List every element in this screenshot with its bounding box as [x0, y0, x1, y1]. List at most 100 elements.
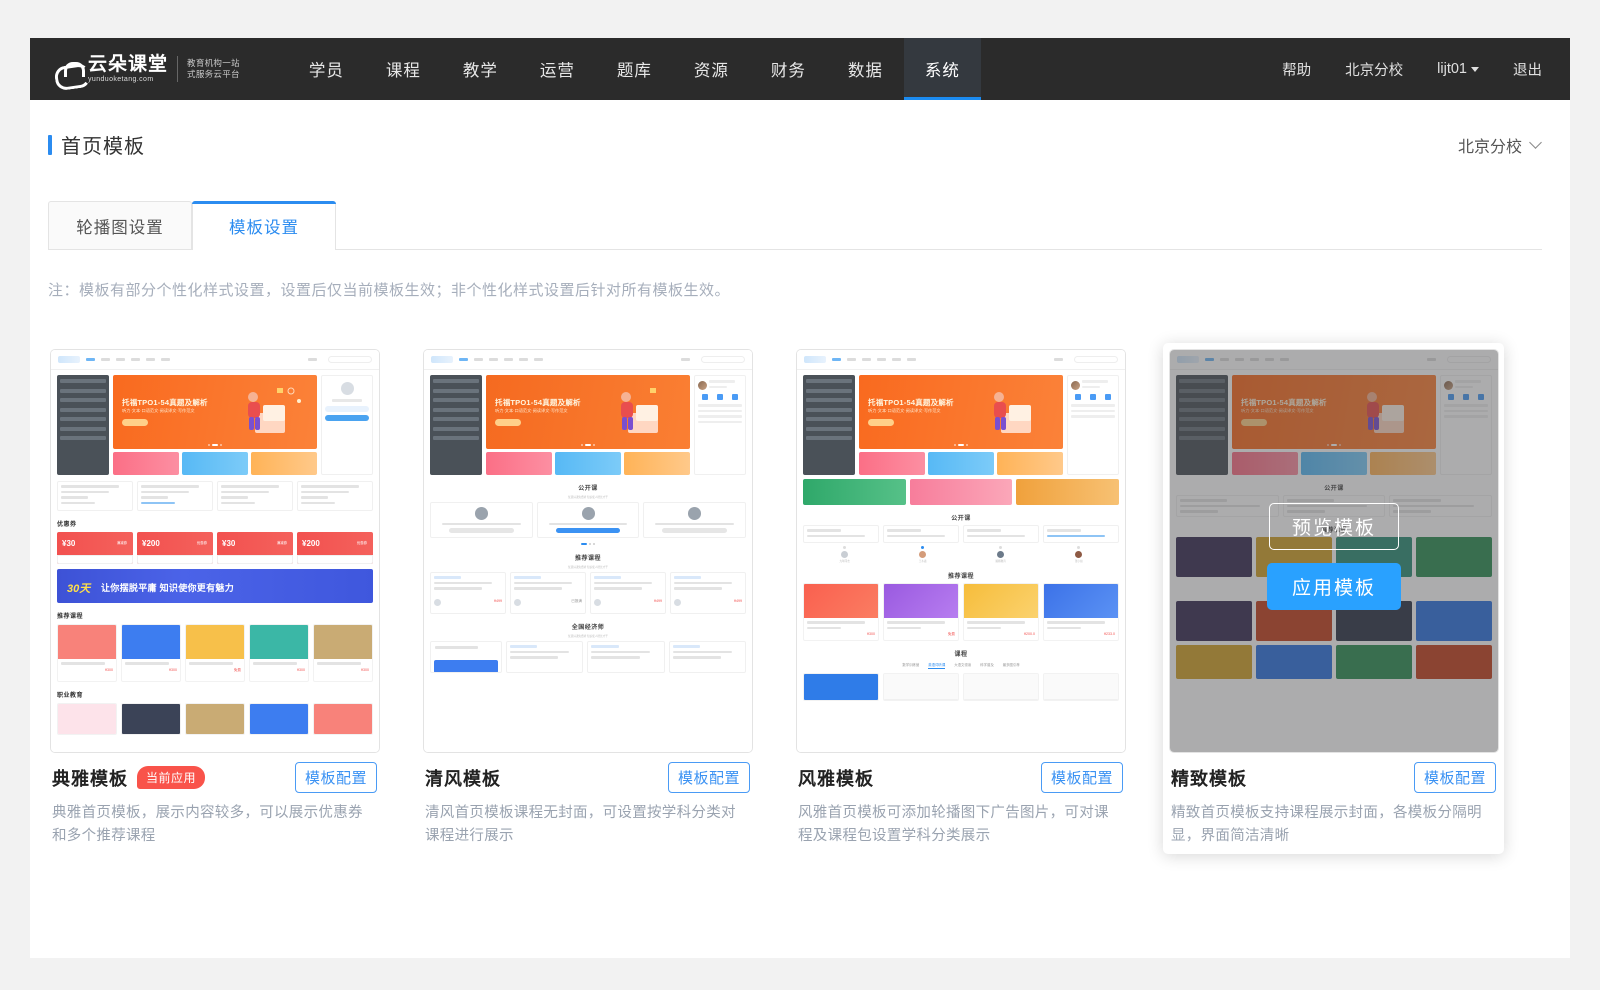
template-hover-overlay: 预览模板 应用模板	[1170, 350, 1498, 752]
mini-user-panel	[1067, 375, 1119, 475]
cloud-icon	[55, 62, 85, 84]
mini-coupon: ¥200优惠券	[297, 532, 373, 564]
mini-hero-illustration	[606, 383, 678, 441]
preview-template-button[interactable]: 预览模板	[1269, 503, 1399, 550]
template-card-list: 托福TPO1-54真题及解析 听力·文本·口语范文·阅读译文·写作范文	[30, 343, 1570, 854]
nav-item-system[interactable]: 系统	[904, 38, 981, 100]
main-menu: 学员 课程 教学 运营 题库 资源 财务 数据 系统	[288, 38, 981, 100]
logout-link[interactable]: 退出	[1513, 59, 1542, 80]
mini-logo	[58, 356, 80, 363]
mini-site-preview: 托福TPO1-54真题及解析 听力·文本·口语范文·阅读译文·写作范文	[424, 350, 752, 752]
template-description: 典雅首页模板，展示内容较多，可以展示优惠券和多个推荐课程	[52, 802, 377, 848]
chevron-down-icon	[1529, 136, 1542, 149]
nav-item-teaching[interactable]: 教学	[442, 38, 519, 100]
template-config-button[interactable]: 模板配置	[668, 762, 750, 793]
nav-spacer	[981, 38, 1248, 100]
template-card-meta: 清风模板 模板配置 清风首页模板课程无封面，可设置按学科分类对课程进行展示	[423, 753, 752, 848]
screen-root: 云朵课堂 yunduoketang.com 教育机构一站 式服务云平台 学员 课…	[0, 0, 1600, 990]
mini-promo-number: 30天	[67, 580, 90, 596]
apply-template-button[interactable]: 应用模板	[1267, 563, 1401, 610]
mini-section-coupon: 优惠券	[57, 519, 379, 528]
template-name: 精致模板	[1171, 765, 1247, 791]
template-card-meta: 风雅模板 模板配置 风雅首页模板可添加轮播图下广告图片，可对课程及课程包设置学科…	[796, 753, 1125, 848]
mini-hero-subtitle: 听力·文本·口语范文·阅读译文·写作范文	[122, 408, 195, 414]
mini-hero-banner: 托福TPO1-54真题及解析 听力·文本·口语范文·阅读译文·写作范文	[859, 375, 1063, 449]
template-card[interactable]: 托福TPO1-54真题及解析 听力·文本·口语范文·阅读译文·写作范文	[790, 343, 1131, 854]
mini-hero-illustration	[979, 383, 1051, 441]
mini-course-tabs: 数学训练营 英语词听课 大语文领读 科学普及 最多图引荐	[797, 662, 1125, 669]
tab-template-settings[interactable]: 模板设置	[192, 201, 336, 250]
nav-item-data[interactable]: 数据	[827, 38, 904, 100]
template-thumbnail[interactable]: 托福TPO1-54真题及解析 听力·文本·口语范文·阅读译文·写作范文	[423, 349, 753, 753]
mini-ad-1	[113, 452, 179, 475]
nav-item-operations[interactable]: 运营	[519, 38, 596, 100]
mini-ad-banner	[910, 479, 1013, 505]
mini-section-public-class: 公开课	[424, 483, 752, 492]
mini-ad-banner	[803, 479, 906, 505]
mini-hero-illustration	[233, 383, 305, 441]
template-thumbnail[interactable]: 托福TPO1-54真题及解析 听力·文本·口语范文·阅读译文·写作范文	[1169, 349, 1499, 753]
mini-teacher-card	[430, 502, 533, 538]
user-name: lijt01	[1437, 61, 1467, 77]
logo-divider	[177, 56, 178, 82]
nav-item-resources[interactable]: 资源	[673, 38, 750, 100]
page-header: 首页模板 北京分校	[30, 100, 1570, 159]
template-description: 精致首页模板支持课程展示封面，各模板分隔明显，界面简洁清晰	[1171, 802, 1496, 848]
template-thumbnail[interactable]: 托福TPO1-54真题及解析 听力·文本·口语范文·阅读译文·写作范文	[50, 349, 380, 753]
nav-item-students[interactable]: 学员	[288, 38, 365, 100]
template-name: 清风模板	[425, 765, 501, 791]
mini-sidebar	[430, 375, 482, 475]
template-card-meta: 精致模板 模板配置 精致首页模板支持课程展示封面，各模板分隔明显，界面简洁清晰	[1169, 753, 1498, 848]
template-description: 风雅首页模板可添加轮播图下广告图片，可对课程及课程包设置学科分类展示	[798, 802, 1123, 848]
mini-promo-text: 让你摆脱平庸 知识使你更有魅力	[101, 581, 234, 594]
status-badge: 当前应用	[137, 766, 205, 789]
mini-teacher-card	[537, 502, 640, 538]
nav-item-finance[interactable]: 财务	[750, 38, 827, 100]
mini-nav	[797, 350, 1125, 370]
template-config-button[interactable]: 模板配置	[1414, 762, 1496, 793]
mini-section-vocational: 职业教育	[57, 690, 379, 699]
mini-user-panel	[694, 375, 746, 475]
template-card[interactable]: 托福TPO1-54真题及解析 听力·文本·口语范文·阅读译文·写作范文	[417, 343, 758, 854]
mini-hero-button	[122, 419, 148, 426]
page-title: 首页模板	[61, 130, 145, 159]
help-link[interactable]: 帮助	[1282, 59, 1311, 80]
mini-sidebar	[803, 375, 855, 475]
mini-section-economist: 全国经济师	[424, 622, 752, 631]
mini-promo-banner: 30天 让你摆脱平庸 知识使你更有魅力	[57, 569, 373, 603]
mini-sidebar	[57, 375, 109, 475]
nav-item-courses[interactable]: 课程	[365, 38, 442, 100]
template-name: 典雅模板	[52, 765, 128, 791]
mini-nav	[51, 350, 379, 370]
template-thumbnail[interactable]: 托福TPO1-54真题及解析 听力·文本·口语范文·阅读译文·写作范文	[796, 349, 1126, 753]
mini-hero-banner: 托福TPO1-54真题及解析 听力·文本·口语范文·阅读译文·写作范文	[486, 375, 690, 449]
template-config-button[interactable]: 模板配置	[295, 762, 377, 793]
mini-site-preview: 托福TPO1-54真题及解析 听力·文本·口语范文·阅读译文·写作范文	[51, 350, 379, 752]
brand-logo[interactable]: 云朵课堂 yunduoketang.com 教育机构一站 式服务云平台	[30, 38, 250, 100]
mini-section-recommended: 推荐课程	[57, 611, 379, 620]
logo-tagline-line1: 教育机构一站	[187, 58, 240, 69]
user-menu[interactable]: lijt01	[1437, 61, 1479, 77]
tab-carousel-settings[interactable]: 轮播图设置	[48, 201, 192, 249]
branch-selector[interactable]: 北京分校	[1458, 133, 1540, 157]
nav-right-menu: 帮助 北京分校 lijt01 退出	[1248, 38, 1570, 100]
template-config-button[interactable]: 模板配置	[1041, 762, 1123, 793]
mini-search-box	[328, 356, 372, 363]
template-card[interactable]: 托福TPO1-54真题及解析 听力·文本·口语范文·阅读译文·写作范文	[1163, 343, 1504, 854]
mini-ad-3	[251, 452, 317, 475]
mini-coupon: ¥200优惠券	[137, 532, 213, 564]
mini-nav	[424, 350, 752, 370]
nav-item-question-bank[interactable]: 题库	[596, 38, 673, 100]
template-description: 清风首页模板课程无封面，可设置按学科分类对课程进行展示	[425, 802, 750, 848]
template-card[interactable]: 托福TPO1-54真题及解析 听力·文本·口语范文·阅读译文·写作范文	[44, 343, 385, 854]
mini-user-panel	[321, 375, 373, 475]
mini-hero-banner: 托福TPO1-54真题及解析 听力·文本·口语范文·阅读译文·写作范文	[113, 375, 317, 449]
mini-ad-2	[182, 452, 248, 475]
campus-label[interactable]: 北京分校	[1345, 59, 1403, 80]
mini-section-recommended: 推荐课程	[424, 553, 752, 562]
mini-hero-title: 托福TPO1-54真题及解析	[122, 397, 208, 408]
mini-ad-banner	[1016, 479, 1119, 505]
logo-tagline-line2: 式服务云平台	[187, 69, 240, 80]
mini-coupon: ¥30满减券	[217, 532, 293, 564]
note-text: 注：模板有部分个性化样式设置，设置后仅当前模板生效；非个性化样式设置后针对所有模…	[48, 279, 1570, 300]
